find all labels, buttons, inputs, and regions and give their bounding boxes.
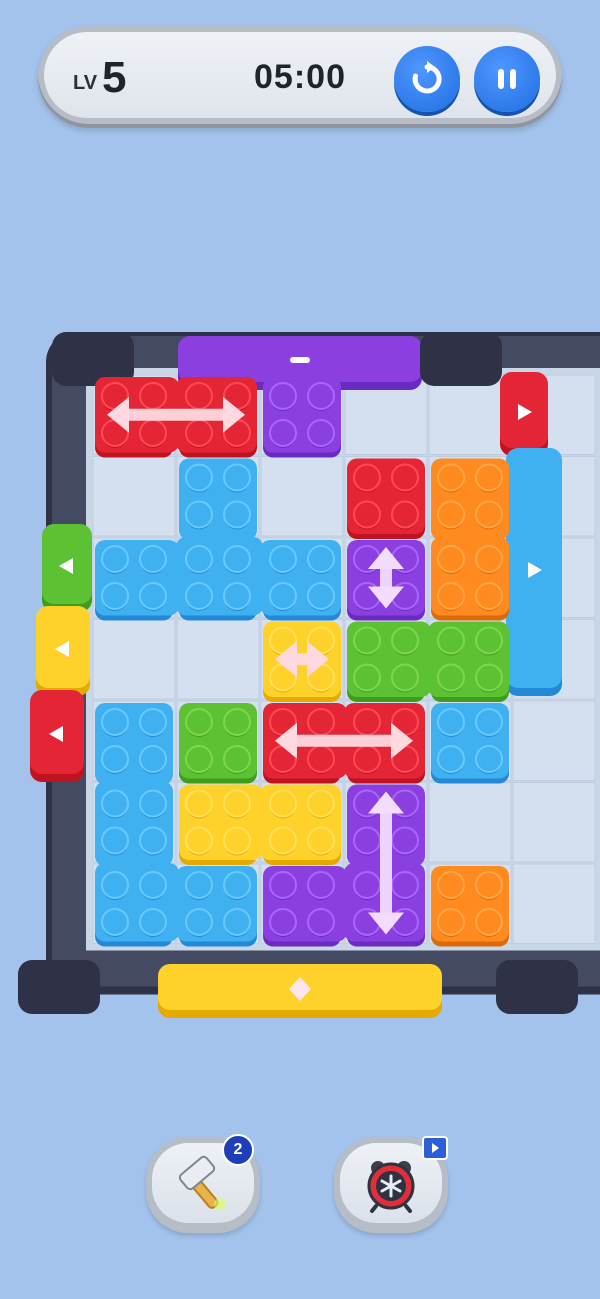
grid-cell [92, 619, 176, 700]
grid-cell [428, 374, 512, 455]
block-green-long[interactable] [347, 621, 509, 703]
grid-cell [428, 782, 512, 863]
block-yellow-small[interactable] [263, 621, 341, 703]
grid-cell [260, 456, 344, 537]
frame-post [420, 332, 502, 386]
frame-post [18, 960, 100, 1014]
block-red-small[interactable] [347, 458, 425, 540]
gate-left-green [42, 524, 92, 612]
freeze-clock-icon [367, 1161, 415, 1213]
puzzle-board [18, 332, 600, 1018]
block-purple-top[interactable] [263, 377, 341, 458]
gate-left-yellow [36, 606, 90, 696]
block-red-mid[interactable] [263, 703, 425, 784]
grid-cell [512, 863, 596, 944]
grid-cell [176, 619, 260, 700]
block-yellow-wide[interactable] [179, 784, 341, 866]
block-blue-small[interactable] [431, 703, 509, 784]
gate-left-red [30, 690, 84, 782]
grid-cell [512, 782, 596, 863]
gate-right-red [500, 372, 548, 456]
video-ad-icon [422, 1136, 448, 1160]
block-red-top[interactable] [95, 377, 257, 458]
gate-right-blue [506, 448, 562, 696]
grid-cell [512, 700, 596, 781]
gate-bottom-yellow [158, 964, 442, 1018]
block-purple-small[interactable] [347, 540, 425, 621]
grid-cell [92, 456, 176, 537]
frame-post [496, 960, 578, 1014]
block-orange-tall[interactable] [431, 458, 509, 621]
block-orange-small[interactable] [431, 866, 509, 947]
hammer-count-badge: 2 [222, 1134, 254, 1166]
block-green-small[interactable] [179, 703, 257, 784]
